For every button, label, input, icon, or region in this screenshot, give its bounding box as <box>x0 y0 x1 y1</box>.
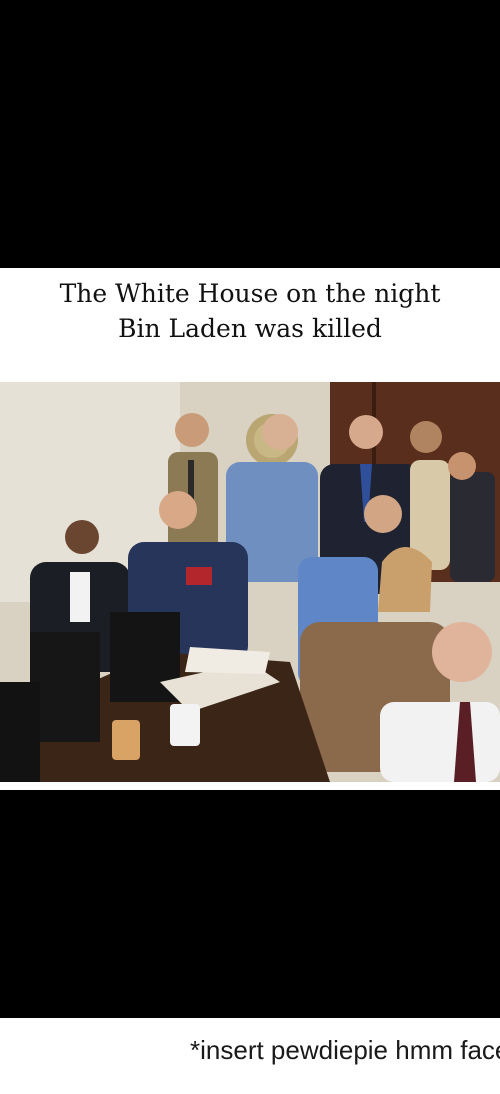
caption-line-2: Bin Laden was killed <box>118 314 382 343</box>
top-black-space <box>0 0 500 268</box>
situation-room-photo <box>0 382 500 782</box>
footer-caption: *insert pewdiepie hmm face <box>190 1035 500 1065</box>
bottom-black-space <box>0 790 500 1018</box>
caption-line-1: The White House on the night <box>59 279 441 308</box>
meme-caption: The White House on the night Bin Laden w… <box>0 276 500 346</box>
meme-post: The White House on the night Bin Laden w… <box>0 0 500 1094</box>
